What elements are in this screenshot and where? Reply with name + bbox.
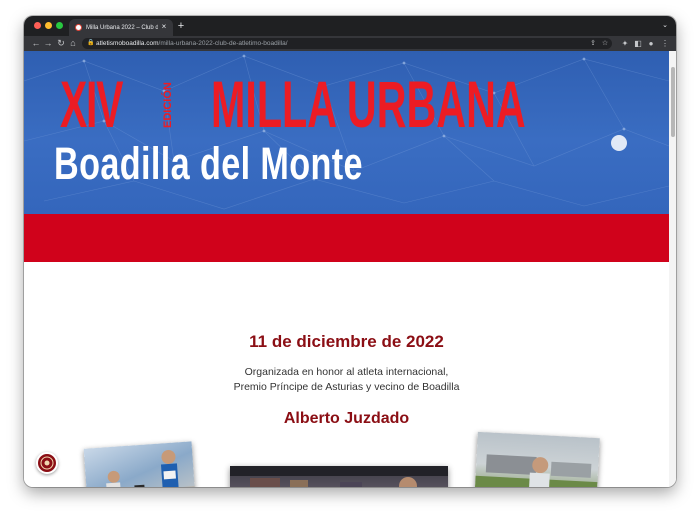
- address-bar[interactable]: 🔒 atletismoboadilla.com/milla-urbana-202…: [82, 38, 612, 49]
- red-band: [24, 214, 669, 262]
- home-icon[interactable]: ⌂: [67, 37, 79, 50]
- town-title: Boadilla del Monte: [54, 138, 363, 189]
- subtitle-line-2: Premio Príncipe de Asturias y vecino de …: [233, 381, 460, 393]
- ceremony-photo-icon: [230, 466, 448, 487]
- profile-icon[interactable]: ●: [646, 37, 656, 50]
- banner-headline: XIV EDICIÓN MILLA URBANA: [60, 67, 650, 141]
- share-icon[interactable]: ⇪: [588, 38, 598, 49]
- site-favicon-icon: [75, 24, 82, 31]
- subtitle-line-1: Organizada en honor al atleta internacio…: [244, 366, 449, 378]
- reload-icon[interactable]: ↻: [55, 37, 67, 50]
- honoree-name: Alberto Juzdado: [283, 410, 410, 427]
- event-title: MILLA URBANA: [211, 67, 526, 141]
- url-host: atletismoboadilla.com: [96, 40, 159, 47]
- edition-label: EDICIÓN: [162, 82, 174, 128]
- portrait-photo-icon: [474, 454, 598, 487]
- tab-bar: Milla Urbana 2022 – Club de a × + ⌄: [24, 16, 676, 36]
- photo-athlete-race[interactable]: [83, 441, 197, 487]
- tab-active[interactable]: Milla Urbana 2022 – Club de a ×: [69, 19, 173, 36]
- maximize-window-button[interactable]: [56, 22, 63, 29]
- star-icon[interactable]: ☆: [600, 38, 610, 49]
- page-scrollbar[interactable]: [669, 51, 676, 487]
- url-text[interactable]: atletismoboadilla.com/milla-urbana-2022-…: [96, 38, 576, 49]
- scrollbar-thumb[interactable]: [671, 67, 675, 137]
- minimize-window-button[interactable]: [45, 22, 52, 29]
- athlete-photo-icon: [86, 449, 197, 487]
- new-tab-button[interactable]: +: [175, 19, 187, 33]
- photo-ceremony[interactable]: [230, 466, 448, 487]
- photo-athlete-portrait[interactable]: [474, 431, 600, 487]
- extensions-icon[interactable]: ✦: [620, 37, 630, 50]
- hero-banner: XIV EDICIÓN MILLA URBANA Boadilla del Mo…: [24, 51, 669, 214]
- edition-number: XIV: [60, 67, 123, 141]
- club-logo-button[interactable]: [36, 452, 58, 474]
- lock-icon[interactable]: 🔒: [87, 40, 94, 47]
- tab-title: Milla Urbana 2022 – Club de a: [86, 25, 158, 31]
- browser-window: Milla Urbana 2022 – Club de a × + ⌄ ← → …: [24, 16, 676, 487]
- tab-close-icon[interactable]: ×: [159, 22, 169, 32]
- event-date: 11 de diciembre de 2022: [249, 332, 444, 351]
- menu-icon[interactable]: ⋮: [660, 37, 670, 50]
- browser-toolbar: ← → ↻ ⌂ 🔒 atletismoboadilla.com/milla-ur…: [24, 36, 676, 51]
- url-path: /milla-urbana-2022-club-de-atletimo-boad…: [158, 40, 288, 47]
- tab-search-icon[interactable]: ⌄: [660, 20, 670, 32]
- page-viewport: XIV EDICIÓN MILLA URBANA Boadilla del Mo…: [24, 51, 676, 487]
- back-icon[interactable]: ←: [30, 37, 42, 50]
- sidebar-icon[interactable]: ◧: [633, 37, 643, 50]
- close-window-button[interactable]: [34, 22, 41, 29]
- club-crest-icon: [40, 456, 54, 470]
- forward-icon[interactable]: →: [42, 37, 54, 50]
